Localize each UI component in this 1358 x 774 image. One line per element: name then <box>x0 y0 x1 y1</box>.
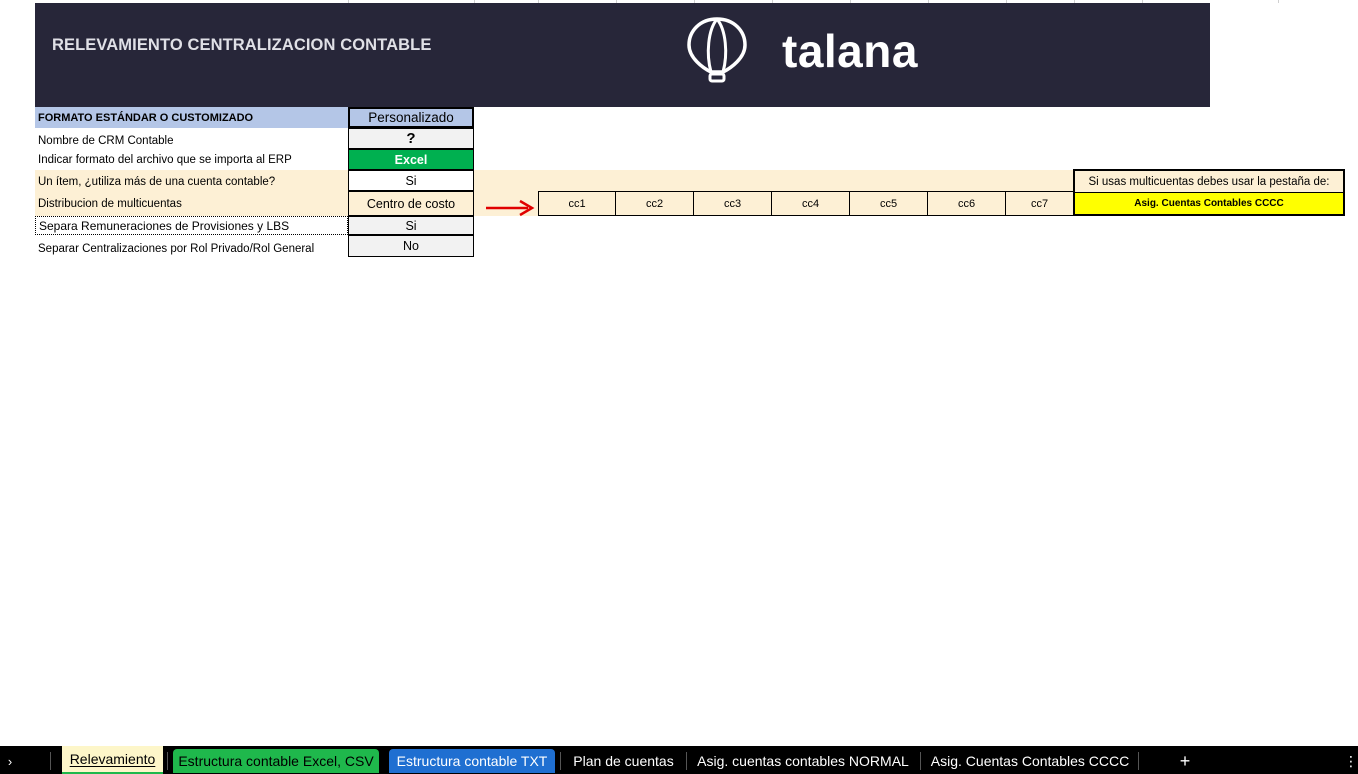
cost-center-cell-5[interactable]: cc5 <box>850 191 928 216</box>
tab-estructura-txt[interactable]: Estructura contable TXT <box>389 749 555 773</box>
tab-relevamiento[interactable]: Relevamiento <box>62 746 163 774</box>
file-format-select[interactable]: Excel <box>348 149 474 170</box>
crm-name-field[interactable]: ? <box>348 128 474 149</box>
crm-name-label: Nombre de CRM Contable <box>38 134 174 147</box>
tab-asig-normal[interactable]: Asig. cuentas contables NORMAL <box>692 749 914 773</box>
note-text: Si usas multicuentas debes usar la pesta… <box>1088 175 1330 188</box>
distribution-select[interactable]: Centro de costo <box>348 191 474 216</box>
tab-asig-cccc[interactable]: Asig. Cuentas Contables CCCC <box>926 749 1134 773</box>
arrow-right-icon <box>486 199 535 217</box>
cost-center-cell-6[interactable]: cc6 <box>928 191 1006 216</box>
cost-center-cell-4[interactable]: cc4 <box>772 191 850 216</box>
separate-roles-label: Separar Centralizaciones por Rol Privado… <box>38 242 315 255</box>
vertical-dots-icon[interactable]: ⋮ <box>1344 749 1358 773</box>
separate-provisions-label: Separa Remuneraciones de Provisiones y L… <box>35 216 348 235</box>
balloon-logo-icon <box>687 17 747 83</box>
talana-logo: talana <box>782 25 918 77</box>
separate-roles-select[interactable]: No <box>348 235 474 257</box>
cost-center-cell-3[interactable]: cc3 <box>694 191 772 216</box>
note-sheet-link[interactable]: Asig. Cuentas Contables CCCC <box>1075 192 1343 214</box>
cost-center-cell-2[interactable]: cc2 <box>616 191 694 216</box>
header-banner <box>35 3 1210 107</box>
file-format-label: Indicar formato del archivo que se impor… <box>38 153 292 166</box>
tab-estructura-excel-csv[interactable]: Estructura contable Excel, CSV <box>173 749 379 773</box>
distribution-label: Distribucion de multicuentas <box>38 198 182 210</box>
format-header-label: FORMATO ESTÁNDAR O CUSTOMIZADO <box>35 107 348 128</box>
chevron-right-icon[interactable]: › <box>0 749 20 773</box>
multi-account-label: Un ítem, ¿utiliza más de una cuenta cont… <box>38 175 276 188</box>
format-select[interactable]: Personalizado <box>348 107 474 128</box>
plus-icon[interactable]: + <box>1172 749 1198 773</box>
multi-account-select[interactable]: Si <box>348 170 474 191</box>
tab-plan-de-cuentas[interactable]: Plan de cuentas <box>566 749 681 773</box>
page-title: RELEVAMIENTO CENTRALIZACION CONTABLE <box>52 36 432 54</box>
cost-center-cell-7[interactable]: cc7 <box>1006 191 1074 216</box>
separate-provisions-select[interactable]: Si <box>348 216 474 235</box>
cost-center-cell-1[interactable]: cc1 <box>538 191 616 216</box>
